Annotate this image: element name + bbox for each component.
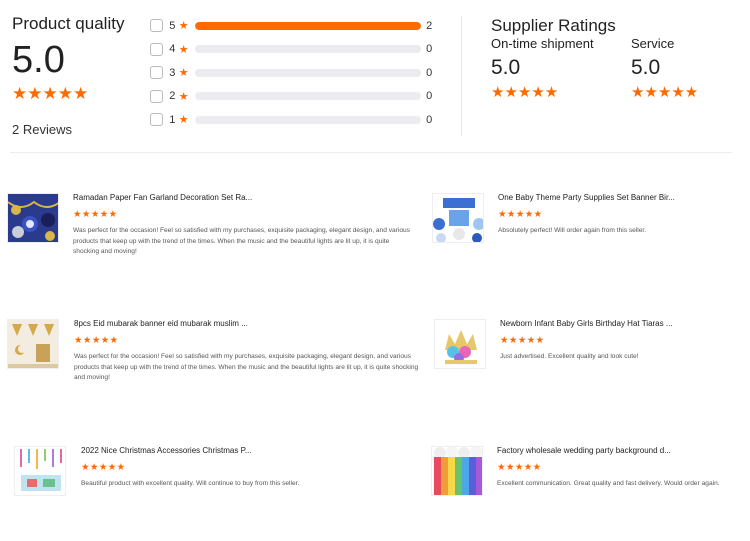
review-text: Just advertised. Excellent quality and l… (500, 353, 639, 360)
review-product-title[interactable]: 8pcs Eid mubarak banner eid mubarak musl… (74, 319, 419, 329)
review-stars: ★★★★★ (500, 335, 545, 346)
rainbow-backdrop-thumbnail-icon (432, 447, 482, 495)
rating-histogram: 5 ★ 2 4 ★ 0 3 ★ 0 2 ★ 0 1 ★ 0 (150, 14, 440, 132)
star-icon: ★ (178, 42, 189, 56)
on-time-shipment-stars: ★★★★★ (491, 83, 559, 101)
star-icon: ★ (178, 19, 189, 33)
rating-count: 0 (426, 66, 433, 79)
review-text: Excellent communication. Great quality a… (497, 480, 720, 487)
baby-party-thumbnail-icon (433, 194, 483, 242)
review-item: 2022 Nice Christmas Accessories Christma… (14, 446, 334, 506)
eid-banner-thumbnail-icon (8, 320, 58, 368)
service-stars: ★★★★★ (631, 83, 699, 101)
product-quality-summary: Product quality 5.0 ★★★★★ 2 Reviews (12, 14, 147, 137)
review-product-title[interactable]: Factory wholesale wedding party backgrou… (497, 446, 745, 456)
rating-count: 2 (426, 19, 433, 32)
star-icon: ★ (178, 66, 189, 80)
review-item: Newborn Infant Baby Girls Birthday Hat T… (434, 319, 744, 379)
review-text: Was perfect for the occasion! Feel so sa… (73, 227, 410, 255)
on-time-shipment-score: 5.0 (491, 56, 521, 79)
rating-count: 0 (426, 43, 433, 56)
review-text: Absolutely perfect! Will order again fro… (498, 227, 647, 234)
rating-filter-checkbox[interactable] (150, 113, 163, 127)
review-item: One Baby Theme Party Supplies Set Banner… (432, 193, 742, 253)
rating-filter-row[interactable]: 4 ★ 0 (150, 38, 440, 62)
rating-bar-track (194, 115, 422, 124)
product-thumbnail[interactable] (431, 446, 483, 496)
service-score: 5.0 (631, 56, 661, 79)
rating-filter-checkbox[interactable] (150, 19, 163, 33)
review-stars: ★★★★★ (497, 462, 542, 473)
review-text: Was perfect for the occasion! Feel so sa… (74, 353, 419, 381)
rating-level: 3 (169, 66, 176, 79)
review-text: Beautiful product with excellent quality… (81, 480, 300, 487)
rating-level: 5 (169, 19, 176, 32)
rating-level: 2 (169, 90, 176, 103)
product-quality-score: 5.0 (12, 39, 65, 81)
rating-bar-track (194, 92, 422, 101)
star-icon: ★ (178, 89, 189, 103)
review-product-title[interactable]: One Baby Theme Party Supplies Set Banner… (498, 193, 742, 203)
rating-count: 0 (426, 113, 433, 126)
review-product-title[interactable]: 2022 Nice Christmas Accessories Christma… (81, 446, 334, 456)
product-thumbnail[interactable] (432, 193, 484, 243)
rating-filter-row[interactable]: 5 ★ 2 (150, 14, 440, 38)
supplier-ratings-title: Supplier Ratings (491, 16, 616, 35)
review-item: Factory wholesale wedding party backgrou… (431, 446, 745, 506)
rating-bar-track (194, 21, 422, 30)
review-stars: ★★★★★ (73, 209, 118, 220)
supplier-ratings: Supplier Ratings On-time shipment 5.0 ★★… (491, 16, 741, 101)
review-stars: ★★★★★ (74, 335, 119, 346)
rating-filter-checkbox[interactable] (150, 89, 163, 103)
section-divider (10, 152, 732, 153)
review-stars: ★★★★★ (498, 209, 543, 220)
review-item: 8pcs Eid mubarak banner eid mubarak musl… (7, 319, 419, 389)
rating-bar-track (194, 45, 422, 54)
review-stars: ★★★★★ (81, 462, 126, 473)
review-product-title[interactable]: Ramadan Paper Fan Garland Decoration Set… (73, 193, 417, 203)
product-thumbnail[interactable] (7, 193, 59, 243)
star-icon: ★ (178, 113, 189, 127)
christmas-thumbnail-icon (15, 447, 65, 495)
rating-level: 1 (169, 113, 176, 126)
product-thumbnail[interactable] (14, 446, 66, 496)
product-thumbnail[interactable] (7, 319, 59, 369)
ramadan-garland-thumbnail-icon (8, 194, 58, 242)
review-item: Ramadan Paper Fan Garland Decoration Set… (7, 193, 417, 263)
product-thumbnail[interactable] (434, 319, 486, 369)
rating-bar-track (194, 68, 422, 77)
product-quality-stars: ★★★★★ (12, 84, 89, 104)
rating-bar-fill (194, 21, 422, 30)
service-rating: Service 5.0 ★★★★★ (631, 36, 741, 101)
tiara-thumbnail-icon (435, 320, 485, 368)
review-count: 2 Reviews (12, 122, 72, 137)
vertical-divider (461, 16, 462, 136)
rating-filter-row[interactable]: 1 ★ 0 (150, 108, 440, 132)
rating-filter-row[interactable]: 3 ★ 0 (150, 61, 440, 85)
rating-filter-checkbox[interactable] (150, 66, 163, 80)
on-time-shipment-rating: On-time shipment 5.0 ★★★★★ (491, 36, 631, 101)
product-quality-title: Product quality (12, 14, 125, 33)
review-product-title[interactable]: Newborn Infant Baby Girls Birthday Hat T… (500, 319, 744, 329)
rating-count: 0 (426, 90, 433, 103)
rating-filter-row[interactable]: 2 ★ 0 (150, 85, 440, 109)
rating-filter-checkbox[interactable] (150, 42, 163, 56)
on-time-shipment-label: On-time shipment (491, 36, 594, 51)
service-label: Service (631, 36, 675, 51)
rating-level: 4 (169, 43, 176, 56)
